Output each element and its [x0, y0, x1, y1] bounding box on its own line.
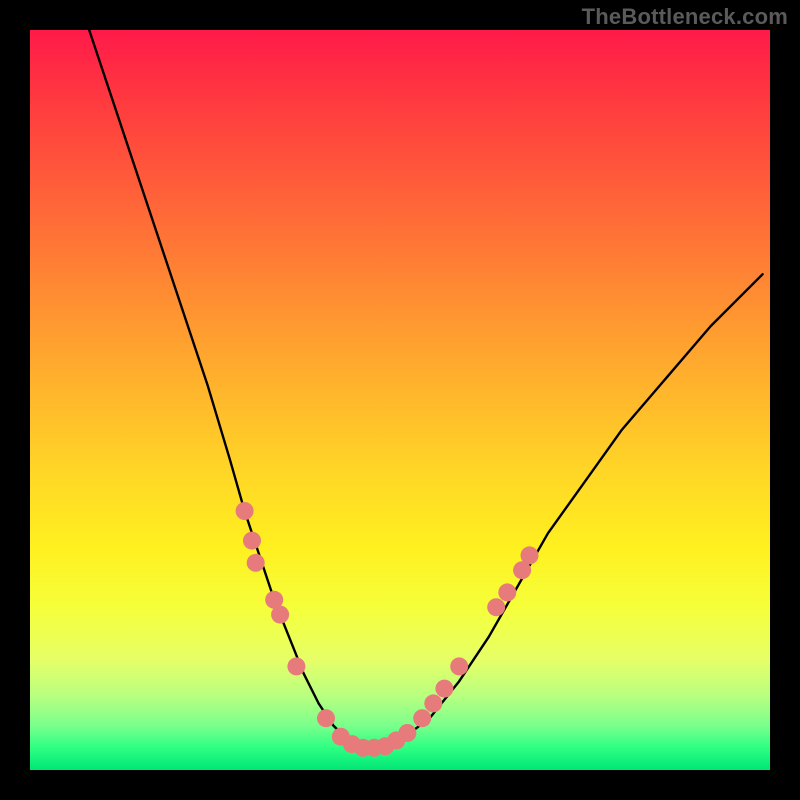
highlight-dot	[247, 554, 265, 572]
highlight-dot	[317, 709, 335, 727]
highlight-dot	[450, 657, 468, 675]
highlight-dot	[435, 680, 453, 698]
plot-area	[30, 30, 770, 770]
highlight-dot	[521, 546, 539, 564]
chart-frame: TheBottleneck.com	[0, 0, 800, 800]
highlight-dot	[424, 694, 442, 712]
highlight-dot	[398, 724, 416, 742]
highlight-dot	[287, 657, 305, 675]
highlight-dot	[271, 606, 289, 624]
highlight-dot	[498, 583, 516, 601]
curve-layer	[30, 30, 770, 770]
highlight-dot	[413, 709, 431, 727]
highlight-dot	[236, 502, 254, 520]
highlight-dot	[243, 532, 261, 550]
watermark-text: TheBottleneck.com	[582, 4, 788, 30]
highlight-dot	[487, 598, 505, 616]
bottleneck-curve	[89, 30, 762, 748]
